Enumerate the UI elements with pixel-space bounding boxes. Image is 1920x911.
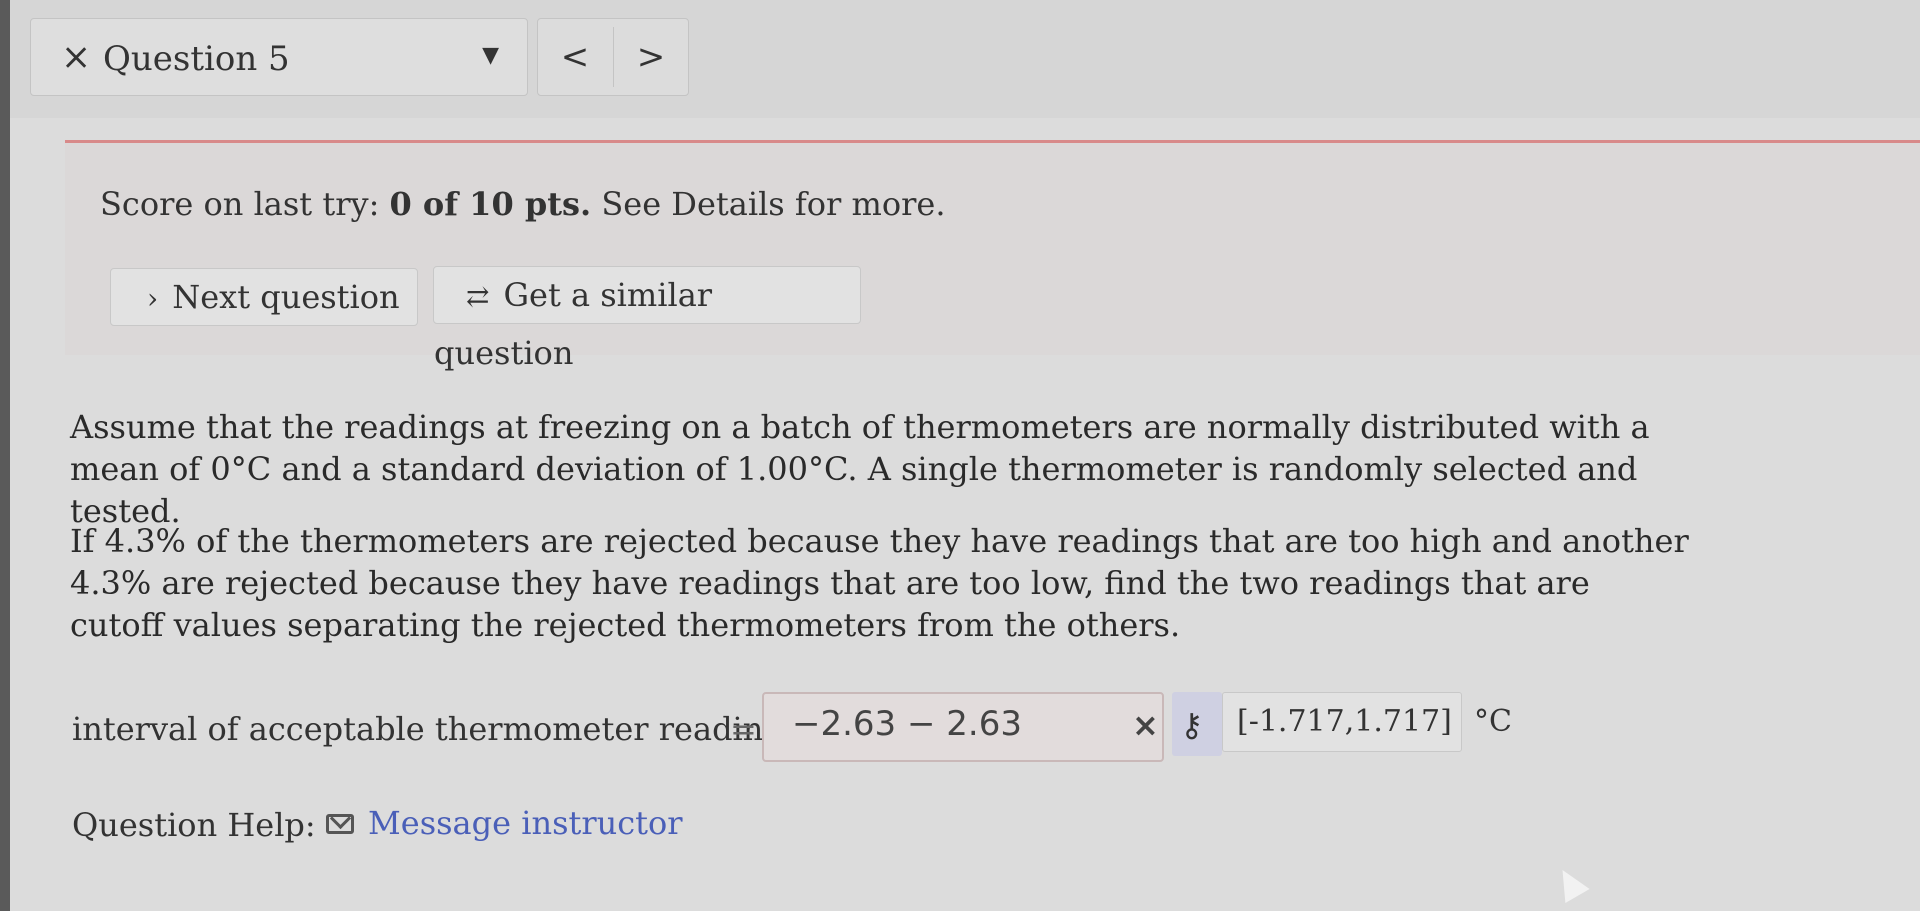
answer-input[interactable]: −2.63 − 2.63 (762, 692, 1164, 762)
score-prefix: Score on last try: (100, 185, 390, 223)
key-icon[interactable]: ⚷ (1180, 706, 1203, 744)
score-suffix: See Details for more. (591, 185, 946, 223)
mouse-cursor-icon (1550, 863, 1590, 903)
score-value: 0 of 10 pts. (389, 185, 592, 223)
question-selector[interactable]: × Question 5 ▼ (30, 18, 528, 96)
chevron-right-icon: › (147, 282, 159, 315)
question-paragraph-1: Assume that the readings at freezing on … (70, 408, 1650, 530)
left-edge (0, 0, 10, 911)
score-text: Score on last try: 0 of 10 pts. See Deta… (100, 185, 945, 223)
question-nav: < > (537, 18, 689, 96)
next-arrow-button[interactable]: > (614, 31, 688, 83)
unit-label: °C (1474, 704, 1512, 739)
answer-value: −2.63 − 2.63 (792, 704, 1022, 744)
question-label: Question 5 (103, 39, 290, 79)
incorrect-icon: × (1132, 706, 1159, 744)
refresh-icon: ⇄ (466, 280, 490, 313)
answer-label: interval of acceptable thermometer readi… (72, 710, 801, 748)
close-icon[interactable]: × (61, 37, 91, 78)
question-help-label: Question Help: (72, 806, 316, 844)
prev-question-button[interactable]: < (538, 31, 612, 83)
next-question-label: Next question (172, 278, 400, 316)
similar-question-button[interactable]: ⇄ Get a similar question (433, 266, 861, 372)
message-instructor-link[interactable]: Message instructor (368, 804, 683, 842)
equals-sign: = (730, 710, 757, 748)
correct-answer: [-1.717,1.717] (1222, 692, 1462, 752)
chevron-down-icon[interactable]: ▼ (482, 43, 499, 68)
question-paragraph-2: If 4.3% of the thermometers are rejected… (70, 522, 1689, 644)
next-question-button[interactable]: › Next question (110, 268, 418, 326)
mail-icon (326, 814, 354, 834)
